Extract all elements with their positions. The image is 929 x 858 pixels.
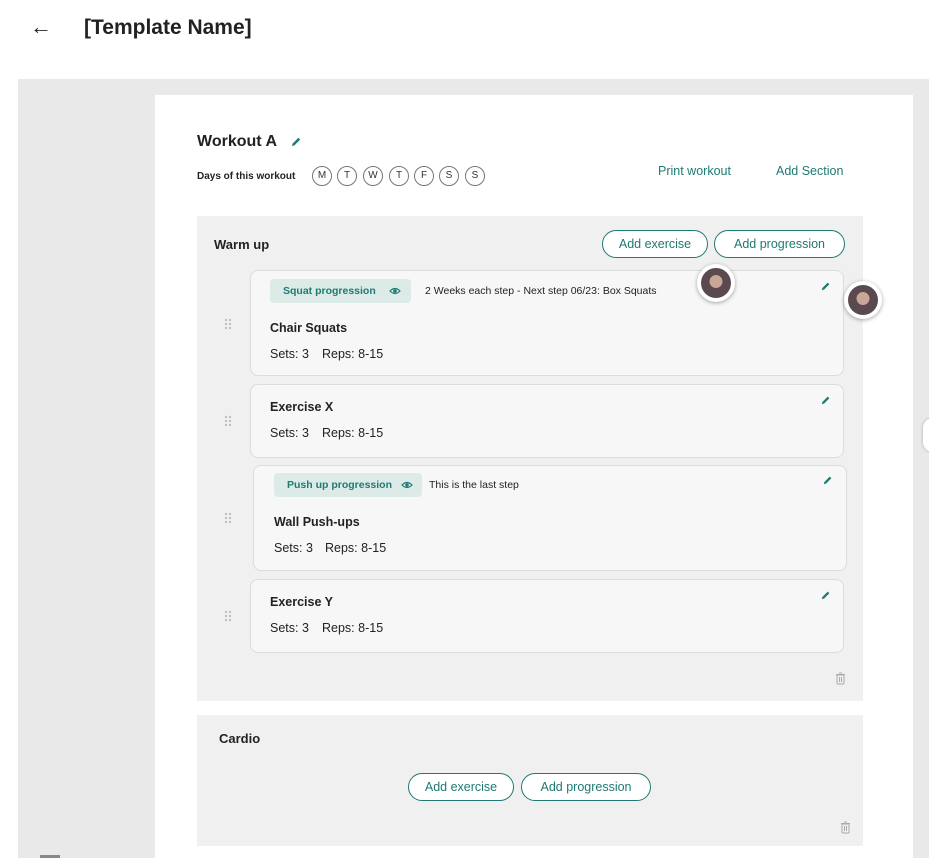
exercise-name: Chair Squats [270, 321, 348, 335]
day-toggle-tuesday[interactable]: T [337, 166, 357, 186]
day-toggle-friday[interactable]: F [414, 166, 434, 186]
drag-handle-icon[interactable] [224, 318, 232, 330]
top-bar: ← [Template Name] [0, 0, 929, 70]
exercise-reps: Reps: 8-15 [325, 541, 387, 555]
eye-icon[interactable] [401, 480, 413, 490]
collaborator-avatar[interactable] [844, 281, 882, 319]
page-title: [Template Name] [84, 16, 252, 39]
trash-icon[interactable] [840, 821, 851, 834]
add-progression-button[interactable]: Add progression [714, 230, 845, 258]
exercise-sets: Sets: 3 [270, 621, 309, 635]
day-toggle-sunday[interactable]: S [465, 166, 485, 186]
pencil-icon[interactable] [820, 281, 831, 292]
exercise-name: Exercise Y [270, 595, 334, 609]
progression-chip-label: Squat progression [283, 285, 376, 297]
exercise-name: Wall Push-ups [274, 515, 360, 529]
day-toggle-wednesday[interactable]: W [363, 166, 383, 186]
exercise-reps: Reps: 8-15 [322, 426, 384, 440]
exercise-card[interactable] [250, 384, 844, 458]
progression-chip-label: Push up progression [287, 479, 393, 491]
pencil-icon[interactable] [820, 395, 831, 406]
section-title: Warm up [214, 237, 270, 252]
side-handle[interactable] [923, 418, 929, 452]
exercise-sets: Sets: 3 [270, 426, 309, 440]
add-exercise-button[interactable]: Add exercise [602, 230, 708, 258]
add-progression-button[interactable]: Add progression [521, 773, 651, 801]
day-toggle-thursday[interactable]: T [389, 166, 409, 186]
progression-chip[interactable]: Push up progression [274, 473, 422, 497]
days-label: Days of this workout [197, 171, 296, 182]
exercise-name: Exercise X [270, 400, 334, 414]
drag-handle-icon[interactable] [224, 415, 232, 427]
day-toggle-saturday[interactable]: S [439, 166, 459, 186]
add-exercise-button[interactable]: Add exercise [408, 773, 514, 801]
pencil-icon[interactable] [820, 590, 831, 601]
section-title: Cardio [219, 731, 261, 746]
progression-note: This is the last step [429, 479, 519, 491]
exercise-sets: Sets: 3 [274, 541, 313, 555]
exercise-reps: Reps: 8-15 [322, 621, 384, 635]
exercise-sets: Sets: 3 [270, 347, 309, 361]
arrow-left-icon[interactable]: ← [30, 14, 52, 40]
progression-chip[interactable]: Squat progression [270, 279, 411, 303]
exercise-card[interactable] [250, 579, 844, 653]
day-toggle-monday[interactable]: M [312, 166, 332, 186]
print-workout-link[interactable]: Print workout [658, 164, 731, 178]
drag-handle-icon[interactable] [224, 512, 232, 524]
collaborator-avatar[interactable] [697, 264, 735, 302]
drag-handle-icon[interactable] [224, 610, 232, 622]
pencil-icon[interactable] [822, 475, 833, 486]
eye-icon[interactable] [389, 286, 401, 296]
pencil-icon[interactable] [290, 136, 302, 148]
exercise-reps: Reps: 8-15 [322, 347, 384, 361]
workout-title: Workout A [197, 133, 277, 150]
trash-icon[interactable] [835, 672, 846, 685]
add-section-link[interactable]: Add Section [776, 164, 843, 178]
progression-note: 2 Weeks each step - Next step 06/23: Box… [425, 285, 657, 297]
